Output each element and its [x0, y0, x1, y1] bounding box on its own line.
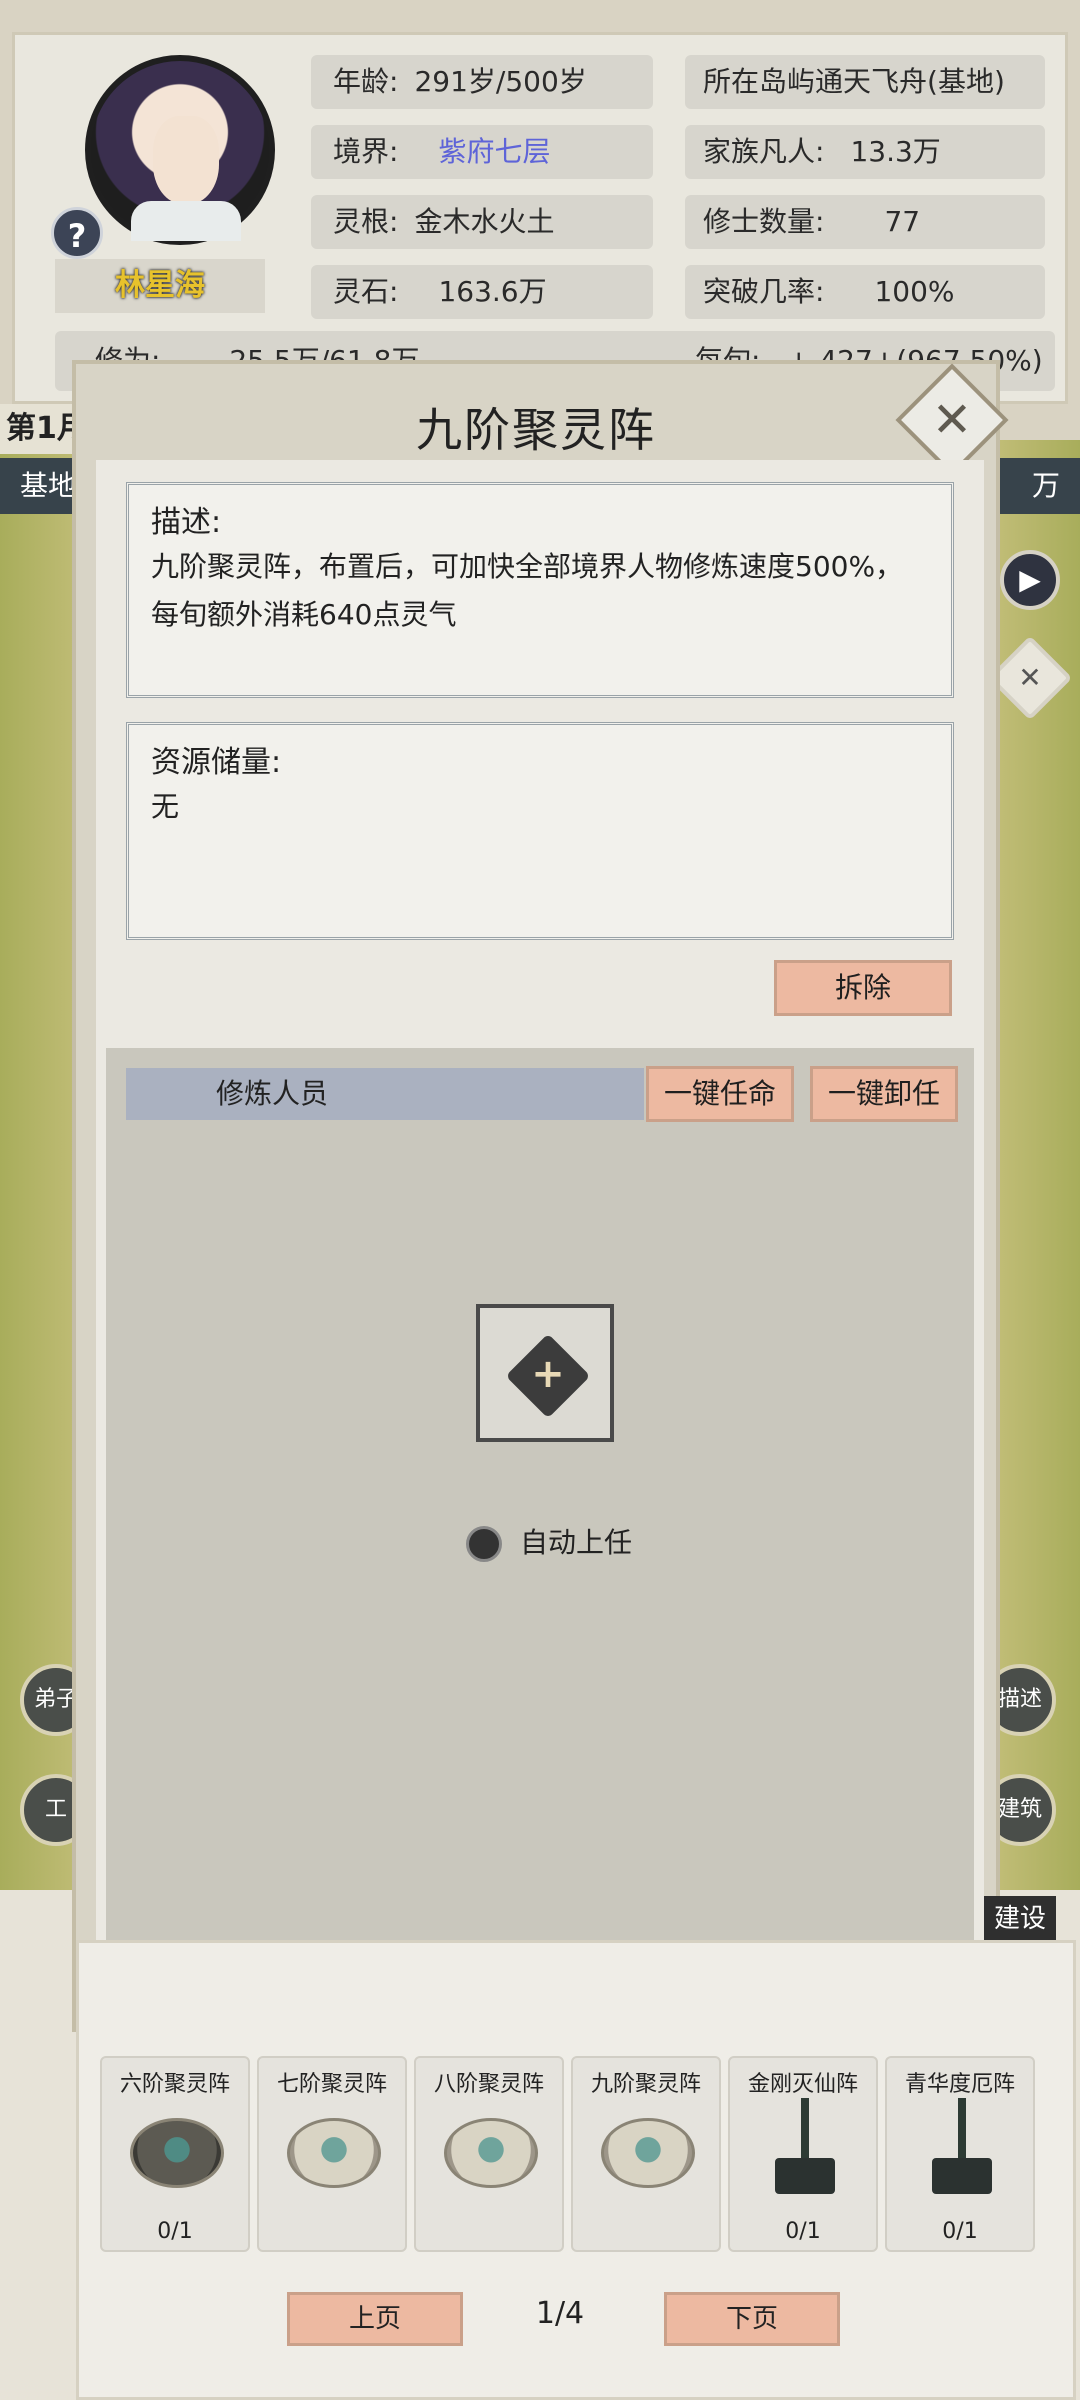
- formation-dialog: 九阶聚灵阵 ✕ 描述: 九阶聚灵阵，布置后，可加快全部境界人物修炼速度500%，…: [72, 360, 1009, 2032]
- stat-realm-label: 境界:: [333, 135, 399, 168]
- tray-item[interactable]: 七阶聚灵阵: [257, 2056, 407, 2252]
- tray-item-name: 青华度厄阵: [904, 2072, 1015, 2097]
- add-icon: +: [505, 1333, 591, 1419]
- avatar-face: [153, 116, 219, 204]
- avatar[interactable]: [85, 55, 275, 245]
- tray-item-name: 六阶聚灵阵: [119, 2072, 230, 2097]
- tray-item-count: 0/1: [157, 2219, 193, 2244]
- formation-disk-icon: [601, 2118, 695, 2188]
- stat-realm: 境界: 紫府七层: [311, 125, 653, 179]
- stat-spirit-stone-label: 灵石:: [333, 275, 399, 308]
- player-info-panel: ? 林星海 年龄: 291岁/500岁 境界: 紫府七层 灵根: 金木水火土 灵石: 1…: [12, 32, 1068, 404]
- stat-breakthrough-label: 突破几率:: [703, 275, 825, 308]
- play-icon[interactable]: ▶: [1000, 550, 1060, 610]
- close-icon: ✕: [931, 392, 973, 448]
- add-cultivator-slot[interactable]: +: [476, 1304, 614, 1442]
- tray-item-name: 九阶聚灵阵: [590, 2072, 701, 2097]
- help-icon[interactable]: ?: [51, 207, 103, 259]
- stat-spirit-root-label: 灵根:: [333, 205, 399, 238]
- stat-age: 年龄: 291岁/500岁: [311, 55, 653, 109]
- stat-age-value: 291岁/500岁: [414, 65, 587, 98]
- stat-spirit-stone-value: 163.6万: [438, 275, 547, 308]
- tray-item[interactable]: 九阶聚灵阵: [571, 2056, 721, 2252]
- stat-breakthrough-value: 100%: [874, 275, 955, 308]
- description-label: 描述:: [151, 505, 222, 540]
- stat-age-label: 年龄:: [333, 65, 399, 98]
- player-name: 林星海: [55, 259, 265, 313]
- stat-mortals: 家族凡人: 13.3万: [685, 125, 1045, 179]
- tray-item[interactable]: 六阶聚灵阵 0/1: [100, 2056, 250, 2252]
- auto-appoint-label: 自动上任: [520, 1526, 633, 1559]
- stat-island-value: 通天飞舟(基地): [815, 65, 1005, 98]
- dismiss-all-button[interactable]: 一键卸任: [810, 1066, 958, 1122]
- resource-box: 资源储量: 无: [126, 722, 954, 940]
- tray-item[interactable]: 金刚灭仙阵 0/1: [728, 2056, 878, 2252]
- stat-breakthrough: 突破几率: 100%: [685, 265, 1045, 319]
- tray-item-count: 0/1: [942, 2219, 978, 2244]
- sword-tower-icon: [932, 2098, 992, 2198]
- tray-item-count: 0/1: [785, 2219, 821, 2244]
- next-page-button[interactable]: 下页: [664, 2292, 840, 2346]
- stat-spirit-stone: 灵石: 163.6万: [311, 265, 653, 319]
- tray-item[interactable]: 青华度厄阵 0/1: [885, 2056, 1035, 2252]
- tray-item-name: 八阶聚灵阵: [433, 2072, 544, 2097]
- demolish-button[interactable]: 拆除: [774, 960, 952, 1016]
- description-box: 描述: 九阶聚灵阵，布置后，可加快全部境界人物修炼速度500%，每旬额外消耗64…: [126, 482, 954, 698]
- crew-header: 修炼人员: [126, 1068, 644, 1120]
- page-indicator: 1/4: [535, 2296, 585, 2331]
- tray-item[interactable]: 八阶聚灵阵: [414, 2056, 564, 2252]
- tray-item-name: 七阶聚灵阵: [276, 2072, 387, 2097]
- sword-tower-icon: [775, 2098, 835, 2198]
- formation-disk-icon: [130, 2118, 224, 2188]
- formation-disk-icon: [444, 2118, 538, 2188]
- resource-text: 无: [151, 790, 180, 823]
- add-glyph: +: [531, 1351, 565, 1397]
- stat-cultivators-value: 77: [884, 205, 921, 238]
- stat-cultivators: 修士数量: 77: [685, 195, 1045, 249]
- crew-panel: 修炼人员 一键任命 一键卸任 + 自动上任: [106, 1048, 974, 2008]
- appoint-all-button[interactable]: 一键任命: [646, 1066, 794, 1122]
- location-strip-left: 基地: [20, 469, 77, 502]
- auto-appoint-toggle[interactable]: 自动上任: [466, 1523, 632, 1563]
- tray-tag[interactable]: 建设: [984, 1896, 1056, 1942]
- auto-appoint-radio[interactable]: [466, 1526, 502, 1562]
- prev-page-button[interactable]: 上页: [287, 2292, 463, 2346]
- stat-cultivators-label: 修士数量:: [703, 205, 825, 238]
- stat-realm-value: 紫府七层: [438, 135, 551, 168]
- stat-island-label: 所在岛屿: [703, 65, 816, 98]
- description-text: 九阶聚灵阵，布置后，可加快全部境界人物修炼速度500%，每旬额外消耗640点灵气: [151, 550, 904, 631]
- stat-spirit-root-value: 金木水火土: [414, 205, 555, 238]
- dialog-body: 描述: 九阶聚灵阵，布置后，可加快全部境界人物修炼速度500%，每旬额外消耗64…: [96, 460, 984, 2020]
- stat-island: 所在岛屿通天飞舟(基地): [685, 55, 1045, 109]
- avatar-robe: [131, 201, 241, 241]
- resource-label: 资源储量:: [151, 745, 282, 780]
- formation-disk-icon: [287, 2118, 381, 2188]
- stat-spirit-root: 灵根: 金木水火土: [311, 195, 653, 249]
- tray-item-name: 金刚灭仙阵: [747, 2072, 858, 2097]
- location-strip-right: 万: [1031, 469, 1060, 502]
- stat-mortals-label: 家族凡人:: [703, 135, 825, 168]
- stat-mortals-value: 13.3万: [850, 135, 941, 168]
- dialog-title: 九阶聚灵阵: [416, 403, 656, 457]
- map-close-glyph: ✕: [1018, 661, 1042, 694]
